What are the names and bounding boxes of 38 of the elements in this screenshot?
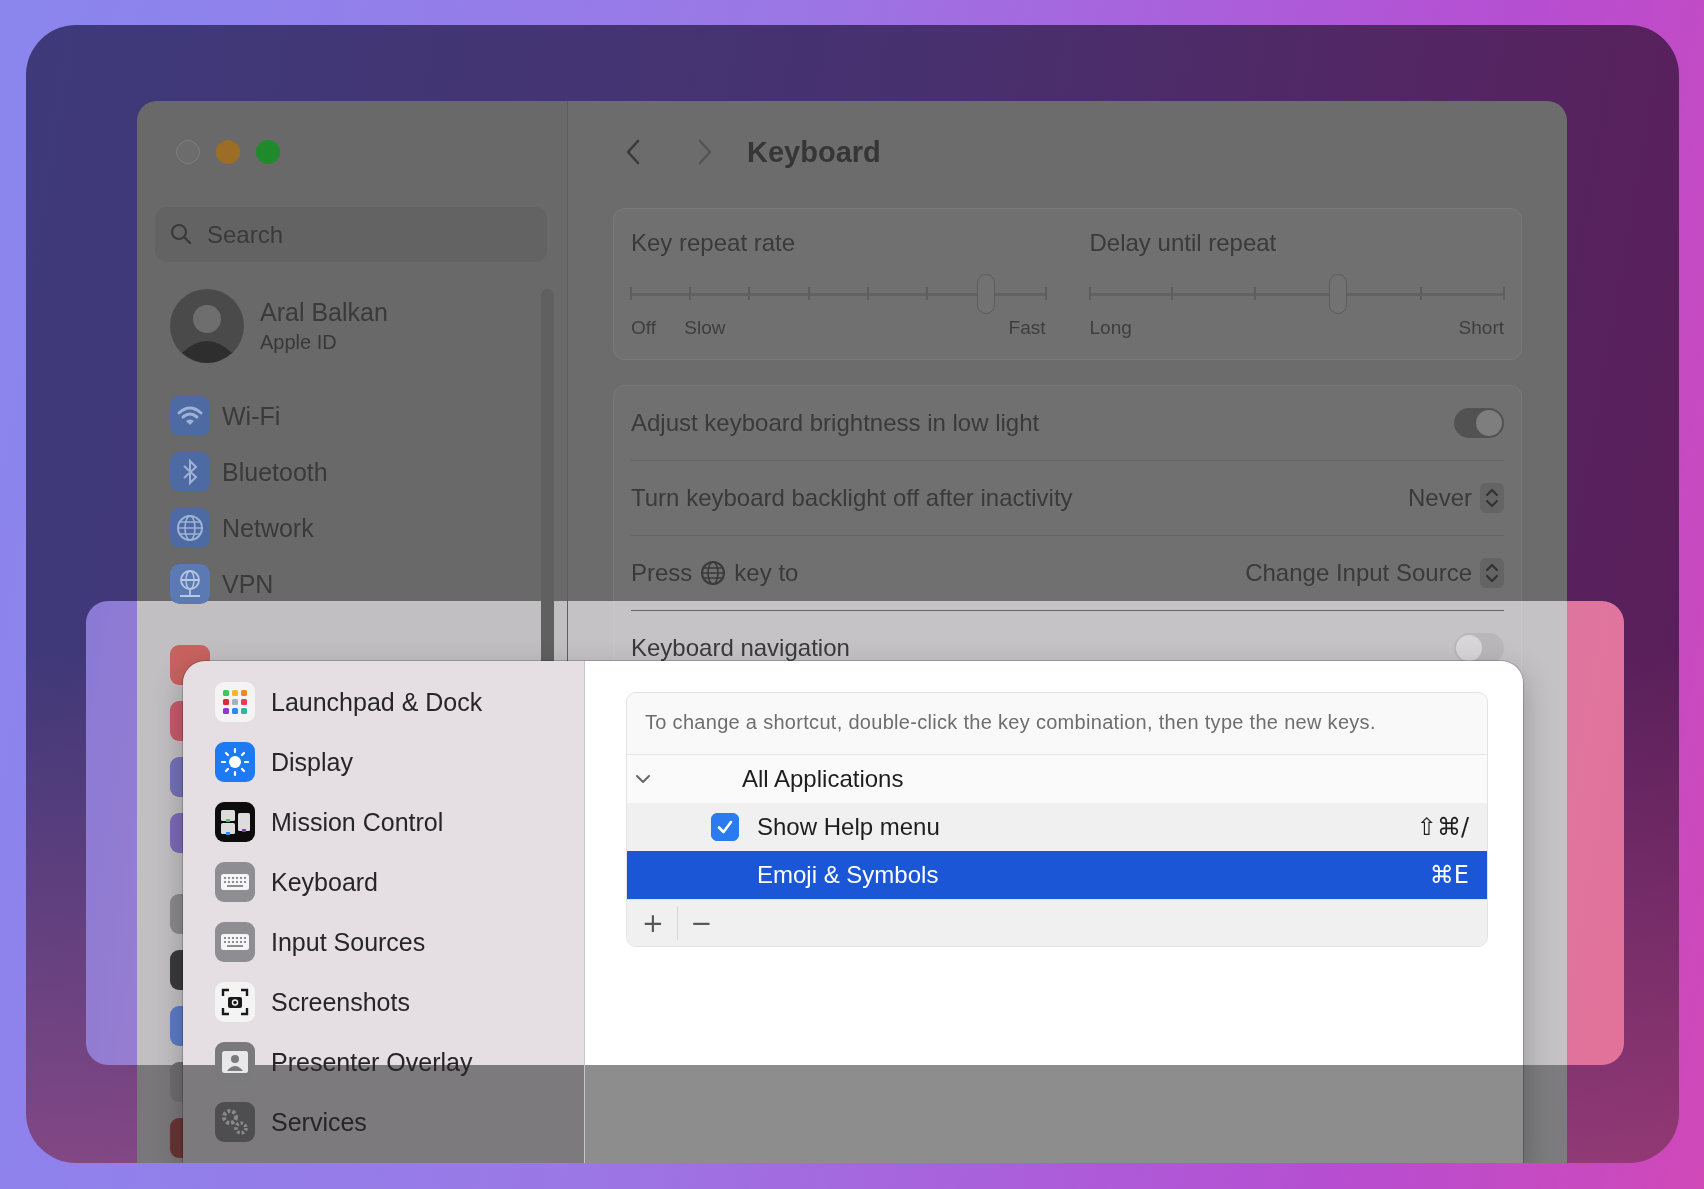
remove-button[interactable]: − (677, 906, 725, 940)
setting-label: Keyboard navigation (631, 634, 850, 662)
key-combination[interactable]: ⌘E (1429, 861, 1469, 889)
gears-icon (215, 1102, 255, 1142)
shortcut-row[interactable]: Emoji & Symbols ⌘E (627, 851, 1487, 899)
keyboard-icon (215, 862, 255, 902)
category-item[interactable]: Display (271, 747, 353, 777)
camera-icon (215, 982, 255, 1022)
category-item[interactable]: Services (271, 1107, 367, 1137)
key-combination[interactable]: ⇧⌘/ (1416, 813, 1469, 841)
category-item[interactable]: Screenshots (271, 987, 410, 1017)
globe-icon[interactable] (170, 508, 210, 548)
toggle-switch[interactable] (1454, 408, 1504, 438)
sun-icon (215, 742, 255, 782)
shortcut-row[interactable]: Show Help menu ⇧⌘/ (627, 803, 1487, 851)
category-item[interactable]: Presenter Overlay (271, 1047, 473, 1077)
stepper-icon[interactable] (1480, 483, 1504, 513)
shortcut-name: Show Help menu (756, 813, 941, 841)
checkbox[interactable] (711, 813, 739, 841)
group-label: All Applications (742, 765, 904, 793)
avatar[interactable] (170, 289, 244, 363)
globe-icon (700, 560, 727, 586)
category-item[interactable]: Launchpad & Dock (271, 687, 483, 717)
stepper-icon[interactable] (1480, 558, 1504, 588)
category-item[interactable]: Keyboard (271, 867, 379, 897)
search-icon (169, 222, 193, 246)
toggle-switch[interactable] (1454, 633, 1504, 663)
category-item[interactable]: Input Sources (271, 927, 426, 957)
globe-network-icon[interactable] (170, 564, 210, 604)
bluetooth-icon[interactable] (170, 452, 210, 492)
back-icon[interactable] (625, 138, 641, 166)
add-button[interactable]: + (633, 906, 673, 940)
keyboard-icon (215, 922, 255, 962)
shortcut-name: Emoji & Symbols (756, 861, 940, 889)
windows-icon (215, 802, 255, 842)
app-grid-icon (215, 682, 255, 722)
wifi-icon[interactable] (170, 396, 210, 436)
category-item[interactable]: Mission Control (271, 807, 444, 837)
